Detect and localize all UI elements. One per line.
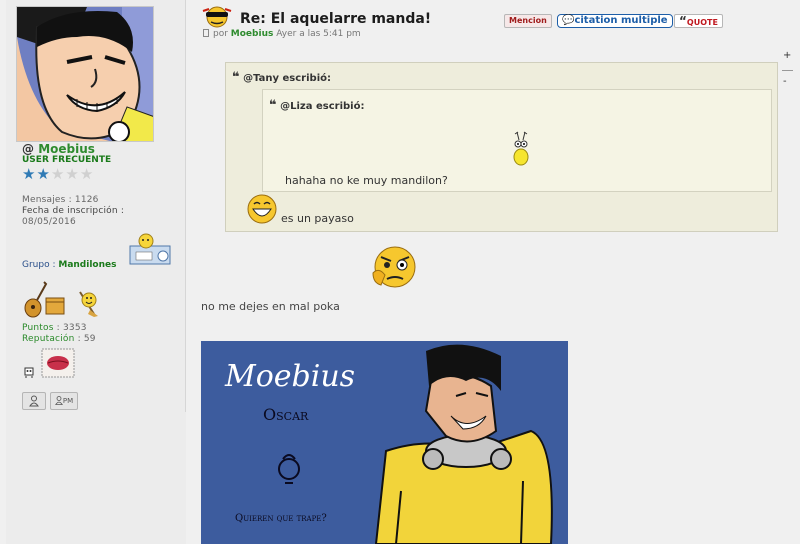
cool-smiley-icon <box>202 6 232 28</box>
side-divider <box>782 70 793 71</box>
points-count: Puntos : 3353 <box>22 323 87 333</box>
user-name[interactable]: @ Moebius <box>22 142 95 156</box>
guitar-icon <box>24 281 65 318</box>
user-group: Grupo : Mandilones <box>22 260 117 270</box>
join-date: Fecha de inscripción : <box>22 206 125 216</box>
outer-quote-header: ❝ @Tany escribió: <box>232 70 332 85</box>
user-sidebar <box>16 6 184 142</box>
multi-quote-button[interactable]: 💬citation multiple <box>557 14 673 28</box>
robot-icon <box>24 367 34 378</box>
rank-stars: ★★★★★ <box>22 167 94 182</box>
mention-button[interactable]: Mencion <box>504 14 552 28</box>
quote-mark-icon: ❝ <box>232 70 240 85</box>
banner-caption: Quieren que trape? <box>235 513 327 524</box>
star-icon: ★ <box>22 165 36 183</box>
quote-mark-icon: “ <box>679 14 687 28</box>
inner-quote-text: hahaha no ke muy mandilon? <box>285 174 448 187</box>
speech-bubble-icon: 💬 <box>562 15 575 26</box>
user-rank: USER FRECUENTE <box>22 155 112 165</box>
banner-subtitle: Oscar <box>263 405 309 424</box>
star-icon: ★ <box>50 165 65 183</box>
outer-quote-text: es un payaso <box>281 212 354 225</box>
post-meta: por Moebius Ayer a las 5:41 pm <box>203 29 361 39</box>
user-icon <box>29 395 39 407</box>
join-date-value: 08/05/2016 <box>22 217 76 227</box>
profile-button[interactable] <box>22 392 46 410</box>
at-sign: @ <box>22 142 34 156</box>
post-icon <box>203 29 209 37</box>
antenna-smiley-icon <box>513 131 529 166</box>
laughing-smiley-icon <box>247 194 277 224</box>
star-icon: ★ <box>36 165 50 183</box>
signature-banner-image: Moebius Oscar Quieren que trape? <box>201 341 568 544</box>
expand-button[interactable]: + <box>783 50 791 61</box>
group-badge-icon <box>129 233 171 265</box>
star-icon: ★ <box>65 165 79 183</box>
pm-button[interactable]: PM <box>50 392 78 410</box>
lips-stamp-icon <box>41 348 75 378</box>
banner-title: Moebius <box>225 359 356 394</box>
user-icon <box>54 396 63 405</box>
broom-smiley-icon <box>79 291 98 317</box>
post-time: Ayer a las 5:41 pm <box>276 29 361 39</box>
post-author-link[interactable]: Moebius <box>231 29 274 39</box>
quote-mark-icon: ❝ <box>269 98 277 113</box>
reputation-count: Reputación : 59 <box>22 334 96 344</box>
messages-count: Mensajes : 1126 <box>22 195 99 205</box>
inner-quote-header: ❝ @Liza escribió: <box>269 98 365 113</box>
angry-thumbs-smiley-icon <box>372 246 416 288</box>
quote-button[interactable]: “QUOTE <box>674 14 723 28</box>
collapse-button[interactable]: - <box>783 76 787 87</box>
post-title[interactable]: Re: El aquelarre manda! <box>240 11 431 27</box>
star-icon: ★ <box>79 165 94 183</box>
column-divider <box>185 0 186 412</box>
user-name-link[interactable]: Moebius <box>38 142 95 156</box>
group-link[interactable]: Mandilones <box>58 260 116 270</box>
avatar[interactable] <box>16 6 154 142</box>
post-body-text: no me dejes en mal poka <box>201 300 340 313</box>
